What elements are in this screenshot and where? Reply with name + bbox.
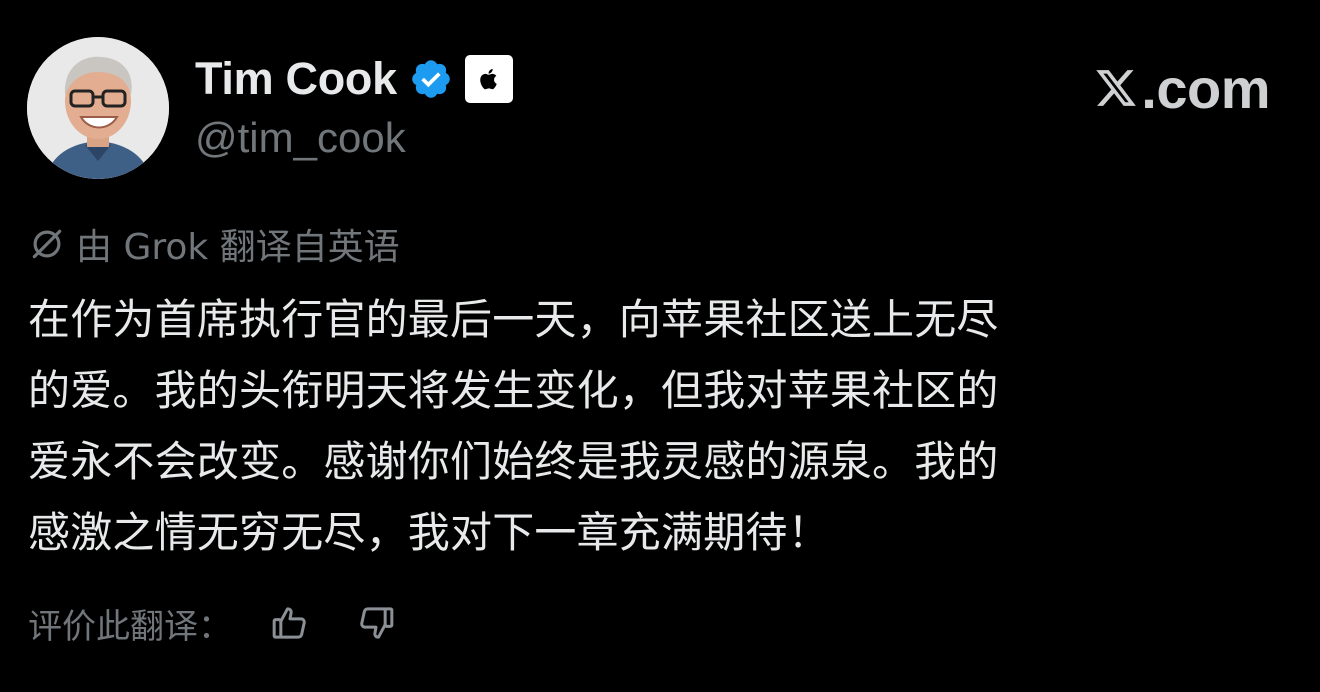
apple-logo-icon — [480, 68, 497, 90]
brand-domain-text: .com — [1141, 56, 1270, 120]
thumbs-down-icon — [360, 607, 394, 639]
verified-check-icon[interactable] — [409, 57, 453, 101]
thumbs-up-icon — [272, 607, 306, 639]
grok-icon — [32, 229, 62, 259]
avatar[interactable] — [27, 37, 169, 179]
post-text: 在作为首席执行官的最后一天，向苹果社区送上无尽 的爱。我的头衔明天将发生变化，但… — [28, 284, 1278, 568]
post-text-line: 的爱。我的头衔明天将发生变化，但我对苹果社区的 — [28, 366, 999, 415]
rate-translation-row: 评价此翻译： — [28, 597, 400, 649]
author-handle[interactable]: @tim_cook — [195, 114, 406, 162]
translation-notice-text: 由 Grok 翻译自英语 — [76, 227, 400, 268]
post-text-line: 感激之情无穷无尽，我对下一章充满期待！ — [28, 508, 830, 557]
author-display-name[interactable]: Tim Cook — [195, 53, 397, 105]
rate-translation-label: 评价此翻译： — [28, 606, 232, 647]
x-logo-icon — [1096, 70, 1137, 106]
post-text-line: 在作为首席执行官的最后一天，向苹果社区送上无尽 — [28, 295, 999, 344]
brand-logo: .com — [1093, 56, 1270, 120]
affiliate-badge[interactable] — [464, 55, 513, 103]
author-name-row: Tim Cook — [195, 52, 513, 106]
thumbs-down-button[interactable] — [352, 599, 400, 647]
translation-notice: 由 Grok 翻译自英语 — [28, 218, 400, 270]
thumbs-up-button[interactable] — [266, 599, 314, 647]
post-text-line: 爱永不会改变。感谢你们始终是我灵感的源泉。我的 — [28, 437, 999, 486]
